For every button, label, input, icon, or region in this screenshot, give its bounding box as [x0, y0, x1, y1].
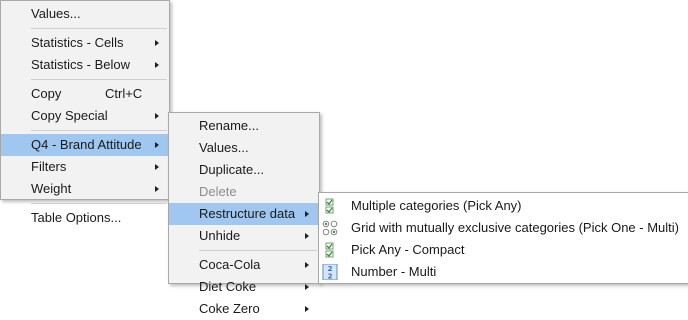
menu-item-statistics-below[interactable]: Statistics - Below — [1, 54, 169, 76]
menu-item-weight[interactable]: Weight — [1, 178, 169, 200]
menu-item-values-label: Values... — [31, 6, 81, 21]
menu-item-pick-any-compact[interactable]: Pick Any - Compact — [319, 239, 688, 261]
menu-item-diet-coke-label: Diet Coke — [199, 279, 257, 294]
submenu-arrow-icon — [305, 262, 309, 268]
menu-item-coke-zero[interactable]: Coke Zero — [169, 298, 319, 320]
menu-item-weight-label: Weight — [31, 181, 72, 196]
menu-item-coca-cola[interactable]: Coca-Cola — [169, 254, 319, 276]
menu-item-multiple-categories-label: Multiple categories (Pick Any) — [351, 198, 522, 213]
menu-item-question-values-label: Values... — [199, 140, 249, 155]
menu-item-copy-special-label: Copy Special — [31, 108, 108, 123]
submenu-arrow-icon — [155, 142, 159, 148]
menu-item-table-options-label: Table Options... — [31, 210, 122, 225]
menu-separator — [31, 28, 167, 29]
menu-item-grid-exclusive[interactable]: Grid with mutually exclusive categories … — [319, 217, 688, 239]
menu-item-copy-special[interactable]: Copy Special — [1, 105, 169, 127]
menu-item-diet-coke[interactable]: Diet Coke — [169, 276, 319, 298]
menu-item-duplicate[interactable]: Duplicate... — [169, 159, 319, 181]
menu-separator — [199, 250, 317, 251]
menu-item-delete-label: Delete — [199, 184, 237, 199]
submenu-arrow-icon — [305, 306, 309, 312]
submenu-arrow-icon — [155, 186, 159, 192]
menu-separator — [31, 203, 167, 204]
menu-item-copy[interactable]: Copy Ctrl+C — [1, 83, 169, 105]
menu-item-number-multi-label: Number - Multi — [351, 264, 437, 279]
menu-item-restructure-data-label: Restructure data — [199, 206, 296, 221]
menu-item-delete: Delete — [169, 181, 319, 203]
submenu-arrow-icon — [155, 113, 159, 119]
menu-item-statistics-cells-label: Statistics - Cells — [31, 35, 124, 50]
submenu-arrow-icon — [155, 62, 159, 68]
svg-text:2: 2 — [328, 273, 333, 281]
question-submenu: Rename... Values... Duplicate... Delete … — [168, 112, 320, 316]
copy-shortcut: Ctrl+C — [105, 86, 143, 101]
menu-item-q4-brand-attitude-label: Q4 - Brand Attitude — [31, 137, 142, 152]
menu-item-unhide[interactable]: Unhide — [169, 225, 319, 247]
menu-item-rename-label: Rename... — [199, 118, 259, 133]
menu-item-filters-label: Filters — [31, 159, 67, 174]
pick-any-compact-icon — [325, 242, 334, 258]
menu-item-values[interactable]: Values... — [1, 3, 169, 25]
radio-grid-icon — [322, 220, 338, 236]
menu-item-rename[interactable]: Rename... — [169, 115, 319, 137]
menu-item-coke-zero-label: Coke Zero — [199, 301, 260, 316]
menu-item-q4-brand-attitude[interactable]: Q4 - Brand Attitude — [1, 134, 169, 156]
submenu-arrow-icon — [155, 40, 159, 46]
submenu-arrow-icon — [155, 164, 159, 170]
menu-item-question-values[interactable]: Values... — [169, 137, 319, 159]
table-context-menu: Values... Statistics - Cells Statistics … — [0, 0, 170, 225]
menu-item-duplicate-label: Duplicate... — [199, 162, 265, 177]
submenu-arrow-icon — [305, 233, 309, 239]
submenu-arrow-icon — [305, 284, 309, 290]
menu-item-statistics-below-label: Statistics - Below — [31, 57, 130, 72]
menu-item-unhide-label: Unhide — [199, 228, 241, 243]
submenu-arrow-icon — [305, 211, 309, 217]
menu-item-grid-exclusive-label: Grid with mutually exclusive categories … — [351, 220, 679, 235]
menu-separator — [31, 130, 167, 131]
menu-item-filters[interactable]: Filters — [1, 156, 169, 178]
menu-item-pick-any-compact-label: Pick Any - Compact — [351, 242, 465, 257]
menu-item-coca-cola-label: Coca-Cola — [199, 257, 261, 272]
menu-item-copy-label: Copy — [31, 86, 62, 101]
number-multi-icon: 2 2 — [322, 264, 338, 280]
pick-any-checkbox-icon — [325, 198, 334, 214]
menu-item-table-options[interactable]: Table Options... — [1, 207, 169, 229]
restructure-submenu: Multiple categories (Pick Any) Grid with… — [318, 192, 688, 284]
menu-item-statistics-cells[interactable]: Statistics - Cells — [1, 32, 169, 54]
menu-item-restructure-data[interactable]: Restructure data — [169, 203, 319, 225]
menu-separator — [31, 79, 167, 80]
menu-item-multiple-categories[interactable]: Multiple categories (Pick Any) — [319, 195, 688, 217]
